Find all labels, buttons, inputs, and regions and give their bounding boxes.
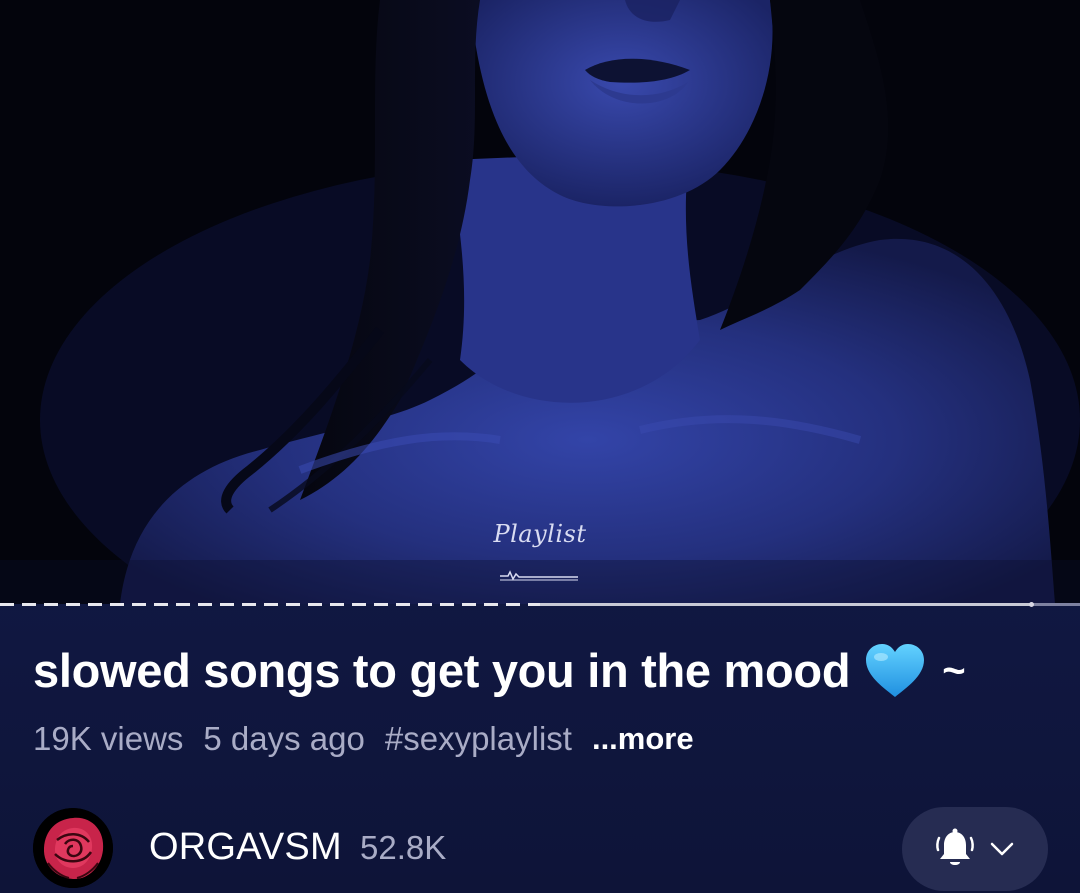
video-meta-row[interactable]: 19K views 5 days ago #sexyplaylist ...mo… (33, 720, 694, 758)
video-title-suffix: ~ (942, 649, 966, 693)
video-title[interactable]: slowed songs to get you in the mood ~ (33, 643, 1053, 699)
caption-waveform-icon (500, 570, 578, 581)
bell-icon (936, 828, 974, 865)
progress-buffer-end-marker (1029, 602, 1034, 607)
video-overlay-caption: Playlist (493, 520, 587, 548)
video-title-text: slowed songs to get you in the mood (33, 644, 851, 697)
progress-played-segment (0, 603, 540, 606)
channel-name[interactable]: ORGAVSM (149, 826, 342, 869)
blue-heart-icon (866, 644, 925, 697)
video-watch-page: Playlist slowed songs to get you in the … (0, 0, 1080, 893)
video-progress-bar[interactable] (0, 601, 1080, 607)
video-frame (0, 0, 1080, 604)
progress-remaining-segment (1031, 603, 1080, 606)
progress-buffered-segment (540, 603, 1031, 606)
channel-avatar[interactable] (33, 808, 113, 888)
upload-age: 5 days ago (203, 720, 365, 757)
red-rose-icon (33, 808, 113, 888)
view-count: 19K views (33, 720, 184, 757)
subscriber-count: 52.8K (360, 829, 447, 866)
chevron-down-icon (990, 842, 1014, 856)
video-player[interactable]: Playlist (0, 0, 1080, 604)
more-description-link[interactable]: ...more (592, 721, 694, 757)
subscription-notifications-button[interactable] (902, 807, 1048, 891)
hashtag-link[interactable]: #sexyplaylist (385, 720, 572, 758)
